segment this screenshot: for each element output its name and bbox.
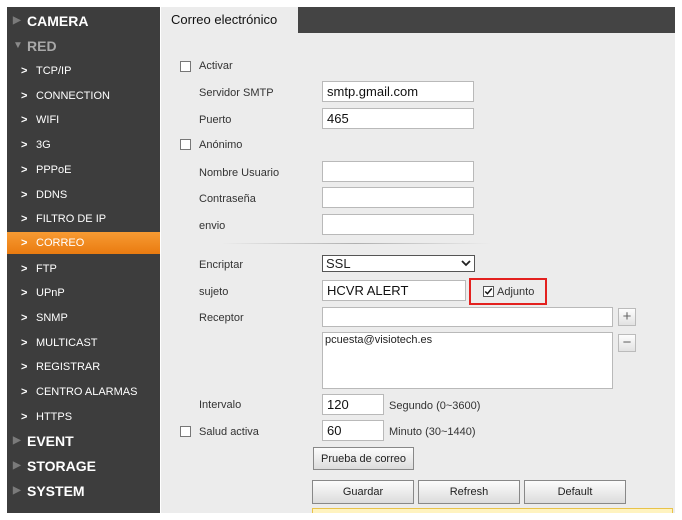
sidebar-item-tcpip[interactable]: > TCP/IP (7, 60, 160, 82)
divider (221, 243, 491, 244)
contrasena-input[interactable] (322, 187, 474, 208)
anonimo-checkbox[interactable] (180, 139, 191, 150)
sidebar-section-red[interactable]: ▼ RED (7, 34, 160, 58)
chevron-down-icon (461, 260, 471, 267)
activar-label: Activar (199, 60, 233, 72)
triangle-right-icon: ▶ (13, 15, 21, 26)
sidebar-item-ddns[interactable]: > DDNS (7, 184, 160, 206)
sidebar-section-camera[interactable]: ▶ CAMERA (7, 9, 160, 33)
triangle-right-icon: ▶ (13, 485, 21, 496)
sidebar-item-correo[interactable]: > CORREO (7, 232, 160, 254)
default-button[interactable]: Default (524, 480, 626, 504)
salud-label: Salud activa (199, 426, 259, 438)
sujeto-label: sujeto (199, 286, 229, 298)
usuario-input[interactable] (322, 161, 474, 182)
puerto-label: Puerto (199, 114, 232, 126)
chevron-right-icon: > (21, 164, 28, 176)
chevron-right-icon: > (21, 361, 28, 373)
main-panel: Correo electrónico Activar Servidor SMTP… (161, 7, 675, 513)
checkmark-icon (484, 288, 493, 295)
encriptar-value: SSL (326, 256, 351, 271)
chevron-right-icon: > (21, 65, 28, 77)
triangle-down-icon: ▼ (13, 40, 23, 51)
sidebar-item-multicast[interactable]: > MULTICAST (7, 332, 160, 354)
receptor-list[interactable]: pcuesta@visiotech.es (322, 332, 613, 389)
anonimo-label: Anónimo (199, 139, 243, 151)
sidebar-item-https[interactable]: > HTTPS (7, 406, 160, 428)
chevron-right-icon: > (21, 189, 28, 201)
sidebar-item-ftp[interactable]: > FTP (7, 258, 160, 280)
sidebar-item-connection[interactable]: > CONNECTION (7, 85, 160, 107)
tab-correo-electronico[interactable]: Correo electrónico (161, 7, 298, 33)
encriptar-label: Encriptar (199, 259, 244, 271)
plus-icon: + (622, 308, 632, 325)
adjunto-label: Adjunto (497, 286, 535, 298)
save-button[interactable]: Guardar (312, 480, 414, 504)
chevron-right-icon: > (21, 411, 28, 423)
sidebar-item-pppoe[interactable]: > PPPoE (7, 159, 160, 181)
smtp-label: Servidor SMTP (199, 87, 274, 99)
salud-unit: Minuto (30~1440) (389, 426, 476, 438)
chevron-right-icon: > (21, 213, 28, 225)
intervalo-unit: Segundo (0~3600) (389, 400, 481, 412)
usuario-label: Nombre Usuario (199, 167, 280, 179)
chevron-right-icon: > (21, 312, 28, 324)
chevron-right-icon: > (21, 287, 28, 299)
chevron-right-icon: > (21, 263, 28, 275)
sidebar-section-system[interactable]: ▶ SYSTEM (7, 479, 160, 503)
intervalo-input[interactable]: 120 (322, 394, 384, 415)
envio-input[interactable] (322, 214, 474, 235)
remove-receptor-button[interactable]: − (618, 334, 636, 352)
adjunto-checkbox[interactable] (483, 286, 494, 297)
chevron-right-icon: > (21, 337, 28, 349)
sidebar-section-event[interactable]: ▶ EVENT (7, 429, 160, 453)
smtp-input[interactable]: smtp.gmail.com (322, 81, 474, 102)
sidebar-item-3g[interactable]: >3G (7, 134, 160, 156)
puerto-input[interactable]: 465 (322, 108, 474, 129)
contrasena-label: Contraseña (199, 193, 256, 205)
receptor-label: Receptor (199, 312, 244, 324)
salud-input[interactable]: 60 (322, 420, 384, 441)
add-receptor-button[interactable]: + (618, 308, 636, 326)
sidebar-item-snmp[interactable]: > SNMP (7, 307, 160, 329)
refresh-button[interactable]: Refresh (418, 480, 520, 504)
receptor-input[interactable] (322, 307, 613, 327)
salud-checkbox[interactable] (180, 426, 191, 437)
minus-icon: − (622, 334, 632, 351)
chevron-right-icon: > (21, 114, 28, 126)
triangle-right-icon: ▶ (13, 435, 21, 446)
sidebar-item-upnp[interactable]: > UPnP (7, 282, 160, 304)
sujeto-input[interactable]: HCVR ALERT (322, 280, 466, 301)
triangle-right-icon: ▶ (13, 460, 21, 471)
tab-bar: Correo electrónico (161, 7, 675, 33)
sidebar-item-centro-alarmas[interactable]: > CENTRO ALARMAS (7, 381, 160, 403)
activar-checkbox[interactable] (180, 61, 191, 72)
chevron-right-icon: > (21, 237, 28, 249)
chevron-right-icon: > (21, 90, 28, 102)
sidebar: ▶ CAMERA ▼ RED > TCP/IP > CONNECTION > WIFI… (7, 7, 160, 513)
chevron-right-icon: > (21, 386, 28, 398)
sidebar-item-wifi[interactable]: > WIFI (7, 109, 160, 131)
notice-bar (312, 508, 673, 513)
intervalo-label: Intervalo (199, 399, 242, 411)
sidebar-section-storage[interactable]: ▶ STORAGE (7, 454, 160, 478)
chevron-right-icon: > (21, 139, 28, 151)
envio-label: envio (199, 220, 226, 232)
encriptar-select[interactable]: SSL (322, 255, 475, 272)
test-email-button[interactable]: Prueba de correo (313, 447, 414, 470)
sidebar-item-registrar[interactable]: > REGISTRAR (7, 356, 160, 378)
sidebar-item-filtro-ip[interactable]: > FILTRO DE IP (7, 208, 160, 230)
